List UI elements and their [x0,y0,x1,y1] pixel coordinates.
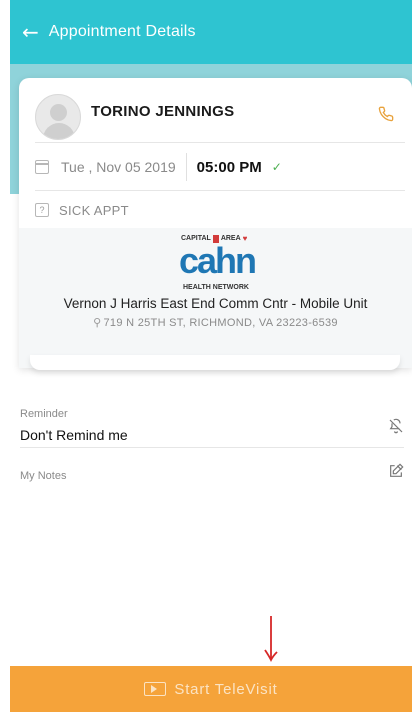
facility-logo: CAPITAL AREA ♥ cahn HEALTH NETWORK [179,234,257,291]
page-title: Appointment Details [48,23,196,40]
left-edge [0,0,10,712]
notes-label: My Notes [20,470,67,482]
back-arrow-icon[interactable]: ← [22,22,39,42]
date-separator [185,153,187,181]
annotation-arrow-icon [264,616,278,663]
divider [35,142,405,143]
start-televisit-button[interactable]: Start TeleVisit [10,666,412,712]
appointment-type: SICK APPT [59,202,129,218]
check-icon: ✓ [271,160,282,174]
facility-name: Vernon J Harris East End Comm Cntr - Mob… [63,296,368,311]
question-icon: ? [35,203,49,217]
appointment-details-screen: ← Appointment Details TORINO JENNINGS Tu… [0,0,412,712]
reminder-value[interactable]: Don't Remind me [20,427,128,443]
appointment-date: Tue , Nov 05 2019 [61,159,176,175]
edit-icon[interactable] [388,463,404,483]
calendar-icon [35,160,49,174]
logo-subtext: HEALTH NETWORK [183,284,249,291]
avatar [35,94,81,140]
facility-section: CAPITAL AREA ♥ cahn HEALTH NETWORK Verno… [19,228,412,368]
app-bar: ← Appointment Details [10,0,412,64]
logo-main-text: cahn [179,240,257,281]
location-pin-icon: ⚲ [93,317,102,329]
reminder-label: Reminder [20,408,68,420]
video-icon [144,682,167,696]
facility-address: ⚲ 719 N 25TH ST, RICHMOND, VA 23223-6539 [19,316,412,329]
divider [20,447,404,448]
patient-name: TORINO JENNINGS [91,102,235,120]
phone-icon[interactable] [378,106,394,126]
appointment-time: 05:00 PM [196,158,262,176]
card-bottom [30,355,400,370]
appointment-type-row: ? SICK APPT [35,198,129,222]
divider [35,190,405,191]
facility-address-text: 719 N 25TH ST, RICHMOND, VA 23223-6539 [103,317,338,329]
date-time-row: Tue , Nov 05 2019 05:00 PM ✓ [35,150,405,184]
patient-row: TORINO JENNINGS [35,92,405,142]
bell-off-icon[interactable] [388,418,404,438]
appointment-card: TORINO JENNINGS Tue , Nov 05 2019 05:00 … [19,78,412,368]
start-televisit-label: Start TeleVisit [174,680,278,698]
